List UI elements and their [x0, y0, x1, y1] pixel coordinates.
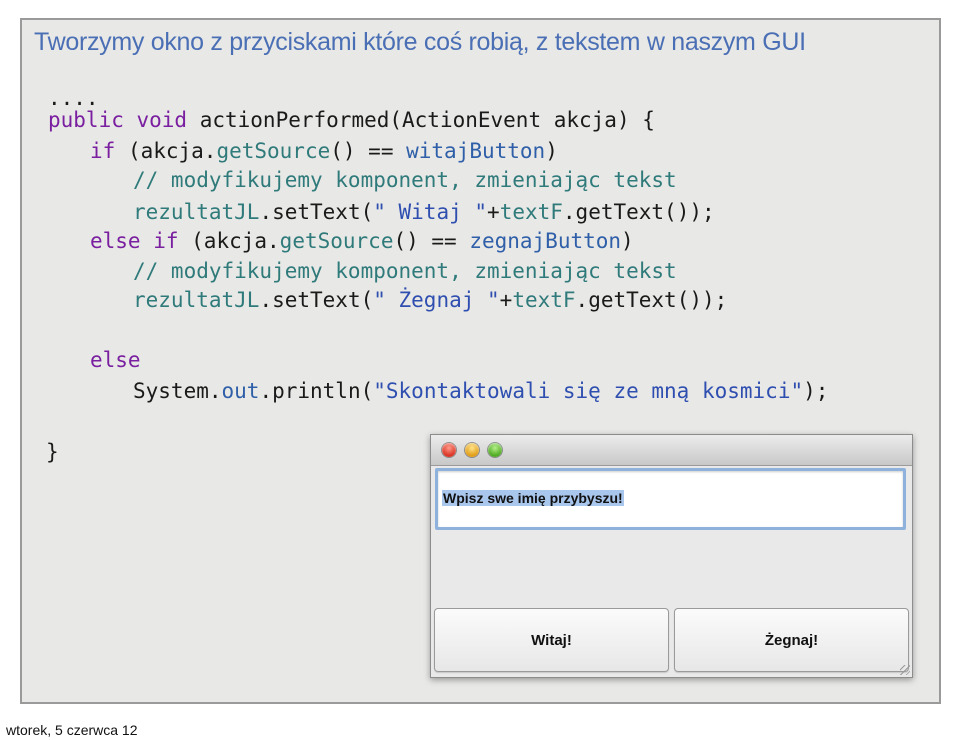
app-window: Wpisz swe imię przybyszu! Witaj! Żegnaj!	[430, 434, 913, 678]
code-keyword: if	[90, 139, 116, 163]
resize-grip-icon[interactable]	[900, 665, 910, 675]
zegnaj-button[interactable]: Żegnaj!	[674, 608, 909, 672]
code-text: actionPerformed(ActionEvent akcja) {	[187, 108, 655, 132]
code-keyword: public void	[48, 108, 188, 132]
zoom-icon[interactable]	[488, 443, 502, 457]
code-line-2: public void actionPerformed(ActionEvent …	[48, 108, 655, 132]
minimize-icon[interactable]	[465, 443, 479, 457]
code-line-6: else if (akcja.getSource() == zegnajButt…	[90, 229, 634, 253]
code-line-1: ....	[48, 86, 99, 110]
code-variable: witajButton	[406, 139, 546, 163]
code-variable: zegnajButton	[469, 229, 622, 253]
code-comment-1: // modyfikujemy komponent, zmieniając te…	[133, 168, 677, 192]
code-text: .getText());	[575, 288, 728, 312]
code-text: (akcja.	[115, 139, 217, 163]
code-text: +	[499, 288, 513, 312]
code-text: )	[621, 229, 634, 253]
code-text: () ==	[330, 139, 407, 163]
code-text: System.	[133, 379, 222, 403]
code-line-3: if (akcja.getSource() == witajButton)	[90, 139, 558, 163]
code-field: textF	[499, 200, 563, 224]
code-line-9: else	[90, 348, 141, 372]
code-text: .setText(	[259, 288, 374, 312]
code-method: getSource	[279, 229, 394, 253]
code-field: rezultatJL	[133, 288, 260, 312]
code-keyword: else if	[90, 229, 179, 253]
code-line-10: System.out.println("Skontaktowali się ze…	[133, 379, 828, 403]
code-line-11: }	[46, 440, 59, 464]
code-text: .println(	[259, 379, 374, 403]
witaj-button[interactable]: Witaj!	[434, 608, 669, 672]
slide-title: Tworzymy okno z przyciskami które coś ro…	[34, 28, 806, 56]
code-string: " Żegnaj "	[373, 288, 500, 312]
code-text: );	[803, 379, 829, 403]
code-text: +	[487, 200, 500, 224]
code-method: getSource	[216, 139, 331, 163]
close-icon[interactable]	[442, 443, 456, 457]
code-text: () ==	[393, 229, 470, 253]
text-field-value: Wpisz swe imię przybyszu!	[442, 490, 624, 506]
code-text: .getText());	[562, 200, 715, 224]
code-string: "Skontaktowali się ze mną kosmici"	[373, 379, 804, 403]
code-text: (akcja.	[178, 229, 280, 253]
code-field: textF	[512, 288, 576, 312]
name-text-field[interactable]: Wpisz swe imię przybyszu!	[435, 468, 906, 530]
code-string: " Witaj "	[373, 200, 488, 224]
code-comment-2: // modyfikujemy komponent, zmieniając te…	[133, 259, 677, 283]
code-line-8: rezultatJL.setText(" Żegnaj "+textF.getT…	[133, 288, 727, 312]
window-titlebar[interactable]	[431, 435, 912, 466]
code-text: )	[545, 139, 558, 163]
code-line-5: rezultatJL.setText(" Witaj "+textF.getTe…	[133, 200, 715, 224]
code-field: out	[221, 379, 260, 403]
code-text: .setText(	[259, 200, 374, 224]
footer-date: wtorek, 5 czerwca 12	[6, 722, 138, 738]
code-field: rezultatJL	[133, 200, 260, 224]
